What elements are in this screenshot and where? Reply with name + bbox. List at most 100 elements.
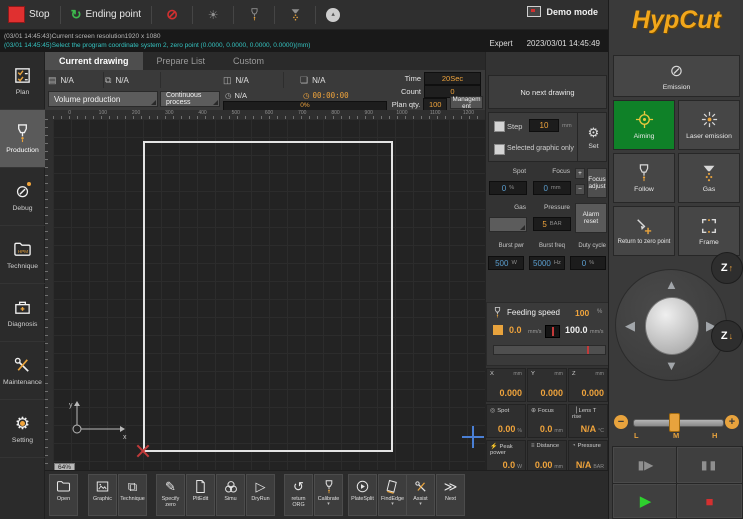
follow-icon[interactable] bbox=[244, 8, 264, 21]
step-run-button[interactable]: ▮▶ bbox=[613, 447, 678, 483]
feeding-max-unit: mm/s bbox=[590, 329, 603, 335]
gas-dropdown[interactable] bbox=[489, 217, 527, 232]
ending-point-button[interactable]: ↻ Ending point bbox=[71, 7, 142, 23]
jog-left-arrow[interactable]: ◀ bbox=[625, 319, 635, 332]
maintenance-icon bbox=[13, 356, 32, 376]
follow-button[interactable]: Follow bbox=[613, 153, 675, 203]
readout-pressure: ◔Pressure N/ABAR bbox=[568, 440, 608, 474]
focus-adjust-button[interactable]: Focus adjust bbox=[587, 168, 607, 198]
alarm-clear-icon[interactable]: ▴ bbox=[326, 8, 340, 22]
sidebar-item-debug[interactable]: ⊘ Debug bbox=[0, 168, 45, 226]
toolbar-button-platesplit[interactable]: PlateSplit bbox=[348, 474, 377, 516]
dropdown-caret-icon: ▾ bbox=[327, 502, 330, 506]
step-checkbox[interactable] bbox=[494, 121, 505, 132]
speed-increase-button[interactable]: + bbox=[725, 415, 739, 429]
demo-mode-icon bbox=[527, 6, 541, 17]
alarm-reset-button[interactable]: Alarm reset bbox=[575, 203, 607, 233]
toolbar-button-dryrun[interactable]: ▷ DryRun bbox=[246, 474, 275, 516]
tab-custom[interactable]: Custom bbox=[219, 52, 278, 70]
frame-button[interactable]: Frame bbox=[678, 206, 740, 256]
pause-button[interactable]: ▮▮ bbox=[677, 447, 742, 483]
next-icon: ≫ bbox=[444, 478, 458, 495]
process-mode-dropdown[interactable]: Continuous process bbox=[160, 91, 220, 107]
focus-field[interactable]: 0 mm bbox=[533, 181, 571, 195]
sidebar-item-plan[interactable]: Plan bbox=[0, 52, 45, 110]
canvas-viewport[interactable]: y x 64% bbox=[53, 119, 485, 470]
burst-freq-label: Burst freq bbox=[529, 243, 565, 249]
tab-prepare-list[interactable]: Prepare List bbox=[143, 52, 220, 70]
return-zero-button[interactable]: Return to zero point bbox=[613, 206, 675, 256]
gas-button[interactable]: Gas bbox=[678, 153, 740, 203]
feeding-slider-marker bbox=[587, 346, 589, 354]
aiming-button[interactable]: Aiming bbox=[613, 100, 675, 150]
gas-icon[interactable] bbox=[285, 8, 305, 21]
speed-mid-label: M bbox=[673, 431, 679, 440]
jog-up-arrow[interactable]: ▲ bbox=[665, 278, 678, 291]
z-down-button[interactable]: Z↓ bbox=[711, 320, 743, 352]
jog-center-knob[interactable] bbox=[645, 297, 699, 355]
sidebar-item-production[interactable]: Production bbox=[0, 110, 45, 168]
plan-qty-row: Plan qty. 100 bbox=[387, 98, 447, 110]
feeding-speed-slider[interactable] bbox=[493, 345, 606, 355]
toolbar-button-specify-zero[interactable]: ✎ Specify zero bbox=[156, 474, 185, 516]
laser-emission-icon[interactable]: ☀ bbox=[203, 8, 223, 22]
demo-mode-indicator[interactable]: Demo mode bbox=[527, 6, 598, 17]
duty-cycle-field[interactable]: 0 % bbox=[570, 256, 606, 270]
jog-down-arrow[interactable]: ▼ bbox=[665, 359, 678, 372]
divider bbox=[192, 6, 193, 24]
toolbar-button-open[interactable]: Open bbox=[49, 474, 78, 516]
sidebar-item-technique[interactable]: HPM Technique bbox=[0, 226, 45, 284]
emission-button[interactable]: ⊘ Emission bbox=[613, 55, 740, 97]
laser-disabled-icon[interactable]: ⊘ bbox=[162, 6, 182, 23]
sidebar-item-maintenance[interactable]: Maintenance bbox=[0, 342, 45, 400]
plan-qty-value: 100 bbox=[423, 98, 447, 111]
production-icon bbox=[13, 124, 32, 144]
pressure-label: Pressure bbox=[534, 204, 570, 211]
toolbar-button-simu[interactable]: Simu bbox=[216, 474, 245, 516]
axis-x-label: x bbox=[123, 434, 127, 441]
stop-square-icon: ■ bbox=[706, 494, 714, 509]
toolbar-button-graphic[interactable]: Graphic bbox=[88, 474, 117, 516]
burst-pwr-field[interactable]: 500 W bbox=[488, 256, 524, 270]
toolbar-button-findedge[interactable]: FindEdge ▾ bbox=[378, 474, 407, 516]
readouts-grid: Xmm 0.000 Ymm 0.000 Zmm 0.000 ◎Spot 0.00… bbox=[486, 368, 609, 475]
progress-value: 0% bbox=[224, 102, 386, 110]
spot-field[interactable]: 0 % bbox=[489, 181, 527, 195]
focus-minus-button[interactable]: − bbox=[575, 184, 585, 195]
step-value-field[interactable]: 10 bbox=[529, 119, 559, 132]
laser-emission-button[interactable]: Laser emission bbox=[678, 100, 740, 150]
drawing-rectangle[interactable] bbox=[143, 141, 393, 452]
drawing-canvas[interactable]: 0 100 200 300 400 500 600 700 800 900 10… bbox=[45, 110, 485, 470]
feeding-nozzle-icon bbox=[492, 307, 503, 318]
start-button[interactable]: ▶ bbox=[613, 484, 678, 518]
set-button[interactable]: ⚙ Set bbox=[577, 113, 609, 161]
production-mode-dropdown[interactable]: Volume production bbox=[48, 91, 158, 107]
duty-cycle-label: Duty cycle bbox=[570, 243, 606, 249]
pressure-field[interactable]: 5 BAR bbox=[533, 217, 571, 231]
toolbar-button-assist[interactable]: Assist ▾ bbox=[406, 474, 435, 516]
tab-current-drawing[interactable]: Current drawing bbox=[45, 52, 143, 70]
stop-button[interactable]: Stop bbox=[8, 6, 50, 23]
speed-slider-handle[interactable] bbox=[669, 413, 680, 432]
stop-run-button[interactable]: ■ bbox=[677, 484, 742, 518]
toolbar-button-technique[interactable]: ⧉ Technique bbox=[118, 474, 147, 516]
toolbar-button-next[interactable]: ≫ Next bbox=[436, 474, 465, 516]
feeding-max: 100.0 bbox=[565, 325, 588, 335]
toolbar-button-return-org[interactable]: ↺ return ORG bbox=[284, 474, 313, 516]
burst-freq-field[interactable]: 5000 Hz bbox=[529, 256, 565, 270]
jog-pad[interactable]: ▲ ▼ ◀ ▶ bbox=[615, 269, 727, 381]
ending-point-icon: ↻ bbox=[71, 7, 82, 23]
sidebar-item-diagnosis[interactable]: Diagnosis bbox=[0, 284, 45, 342]
readout-z: Zmm 0.000 bbox=[568, 368, 608, 402]
selected-graphic-checkbox[interactable] bbox=[494, 144, 505, 155]
stop-label: Stop bbox=[29, 9, 50, 20]
toolbar-button-calibrate[interactable]: Calibrate ▾ bbox=[314, 474, 343, 516]
sidebar-item-setting[interactable]: ⚙ Setting bbox=[0, 400, 45, 458]
next-drawing-label: No next drawing bbox=[520, 88, 574, 97]
management-button[interactable]: Management bbox=[450, 96, 483, 109]
toolbar-button-pltedit[interactable]: PltEdit bbox=[186, 474, 215, 516]
speed-decrease-button[interactable]: − bbox=[614, 415, 628, 429]
divider bbox=[151, 6, 152, 24]
focus-plus-button[interactable]: + bbox=[575, 168, 585, 179]
z-up-button[interactable]: Z↑ bbox=[711, 252, 743, 284]
